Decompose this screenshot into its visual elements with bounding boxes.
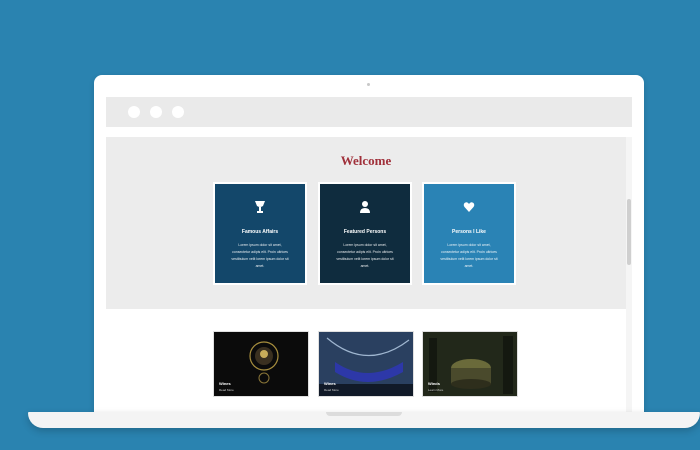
laptop-base [28, 412, 700, 428]
window-minimize-button[interactable] [150, 106, 162, 118]
camera-icon [367, 83, 370, 86]
gallery-title: Winds [428, 381, 440, 386]
page-title: Welcome [340, 153, 392, 168]
gallery-link[interactable]: Read More [219, 388, 234, 392]
card-title: Famous Affairs [241, 229, 279, 235]
laptop-notch [326, 412, 402, 416]
gallery-title: Wines [324, 381, 336, 386]
feature-card-famous-affairs[interactable]: Famous Affairs Lorem ipsum dolor sit ame… [213, 182, 307, 285]
gallery-link[interactable]: Learn More [428, 388, 443, 392]
card-title: Persons I Like [452, 229, 486, 235]
trophy-icon [215, 200, 305, 214]
window-maximize-button[interactable] [172, 106, 184, 118]
card-title: Featured Persons [343, 229, 387, 235]
card-text: Lorem ipsum dolor sit amet, consectetur … [231, 243, 289, 268]
scrollbar-thumb[interactable] [627, 199, 631, 265]
scrollbar[interactable] [626, 137, 632, 415]
browser-toolbar [106, 97, 632, 127]
gallery-item-1[interactable]: Wines Read More [213, 331, 309, 397]
feature-card-persons-i-like[interactable]: Persons I Like Lorem ipsum dolor sit ame… [422, 182, 516, 285]
feature-card-featured-persons[interactable]: Featured Persons Lorem ipsum dolor sit a… [318, 182, 412, 285]
hero-section: Welcome Famous Affairs Lorem ipsum dolor… [106, 137, 626, 309]
gallery-link[interactable]: Read More [324, 388, 339, 392]
card-text: Lorem ipsum dolor sit amet, consectetur … [336, 243, 394, 268]
heart-icon [424, 200, 514, 214]
page-viewport: Welcome Famous Affairs Lorem ipsum dolor… [106, 137, 632, 415]
gallery-item-3[interactable]: Winds Learn More [422, 331, 518, 397]
gallery-title: Wines [219, 381, 231, 386]
gallery-item-2[interactable]: Wines Read More [318, 331, 414, 397]
card-text: Lorem ipsum dolor sit amet, consectetur … [440, 243, 498, 268]
person-icon [320, 200, 410, 214]
laptop-screen: Welcome Famous Affairs Lorem ipsum dolor… [94, 75, 644, 420]
window-close-button[interactable] [128, 106, 140, 118]
